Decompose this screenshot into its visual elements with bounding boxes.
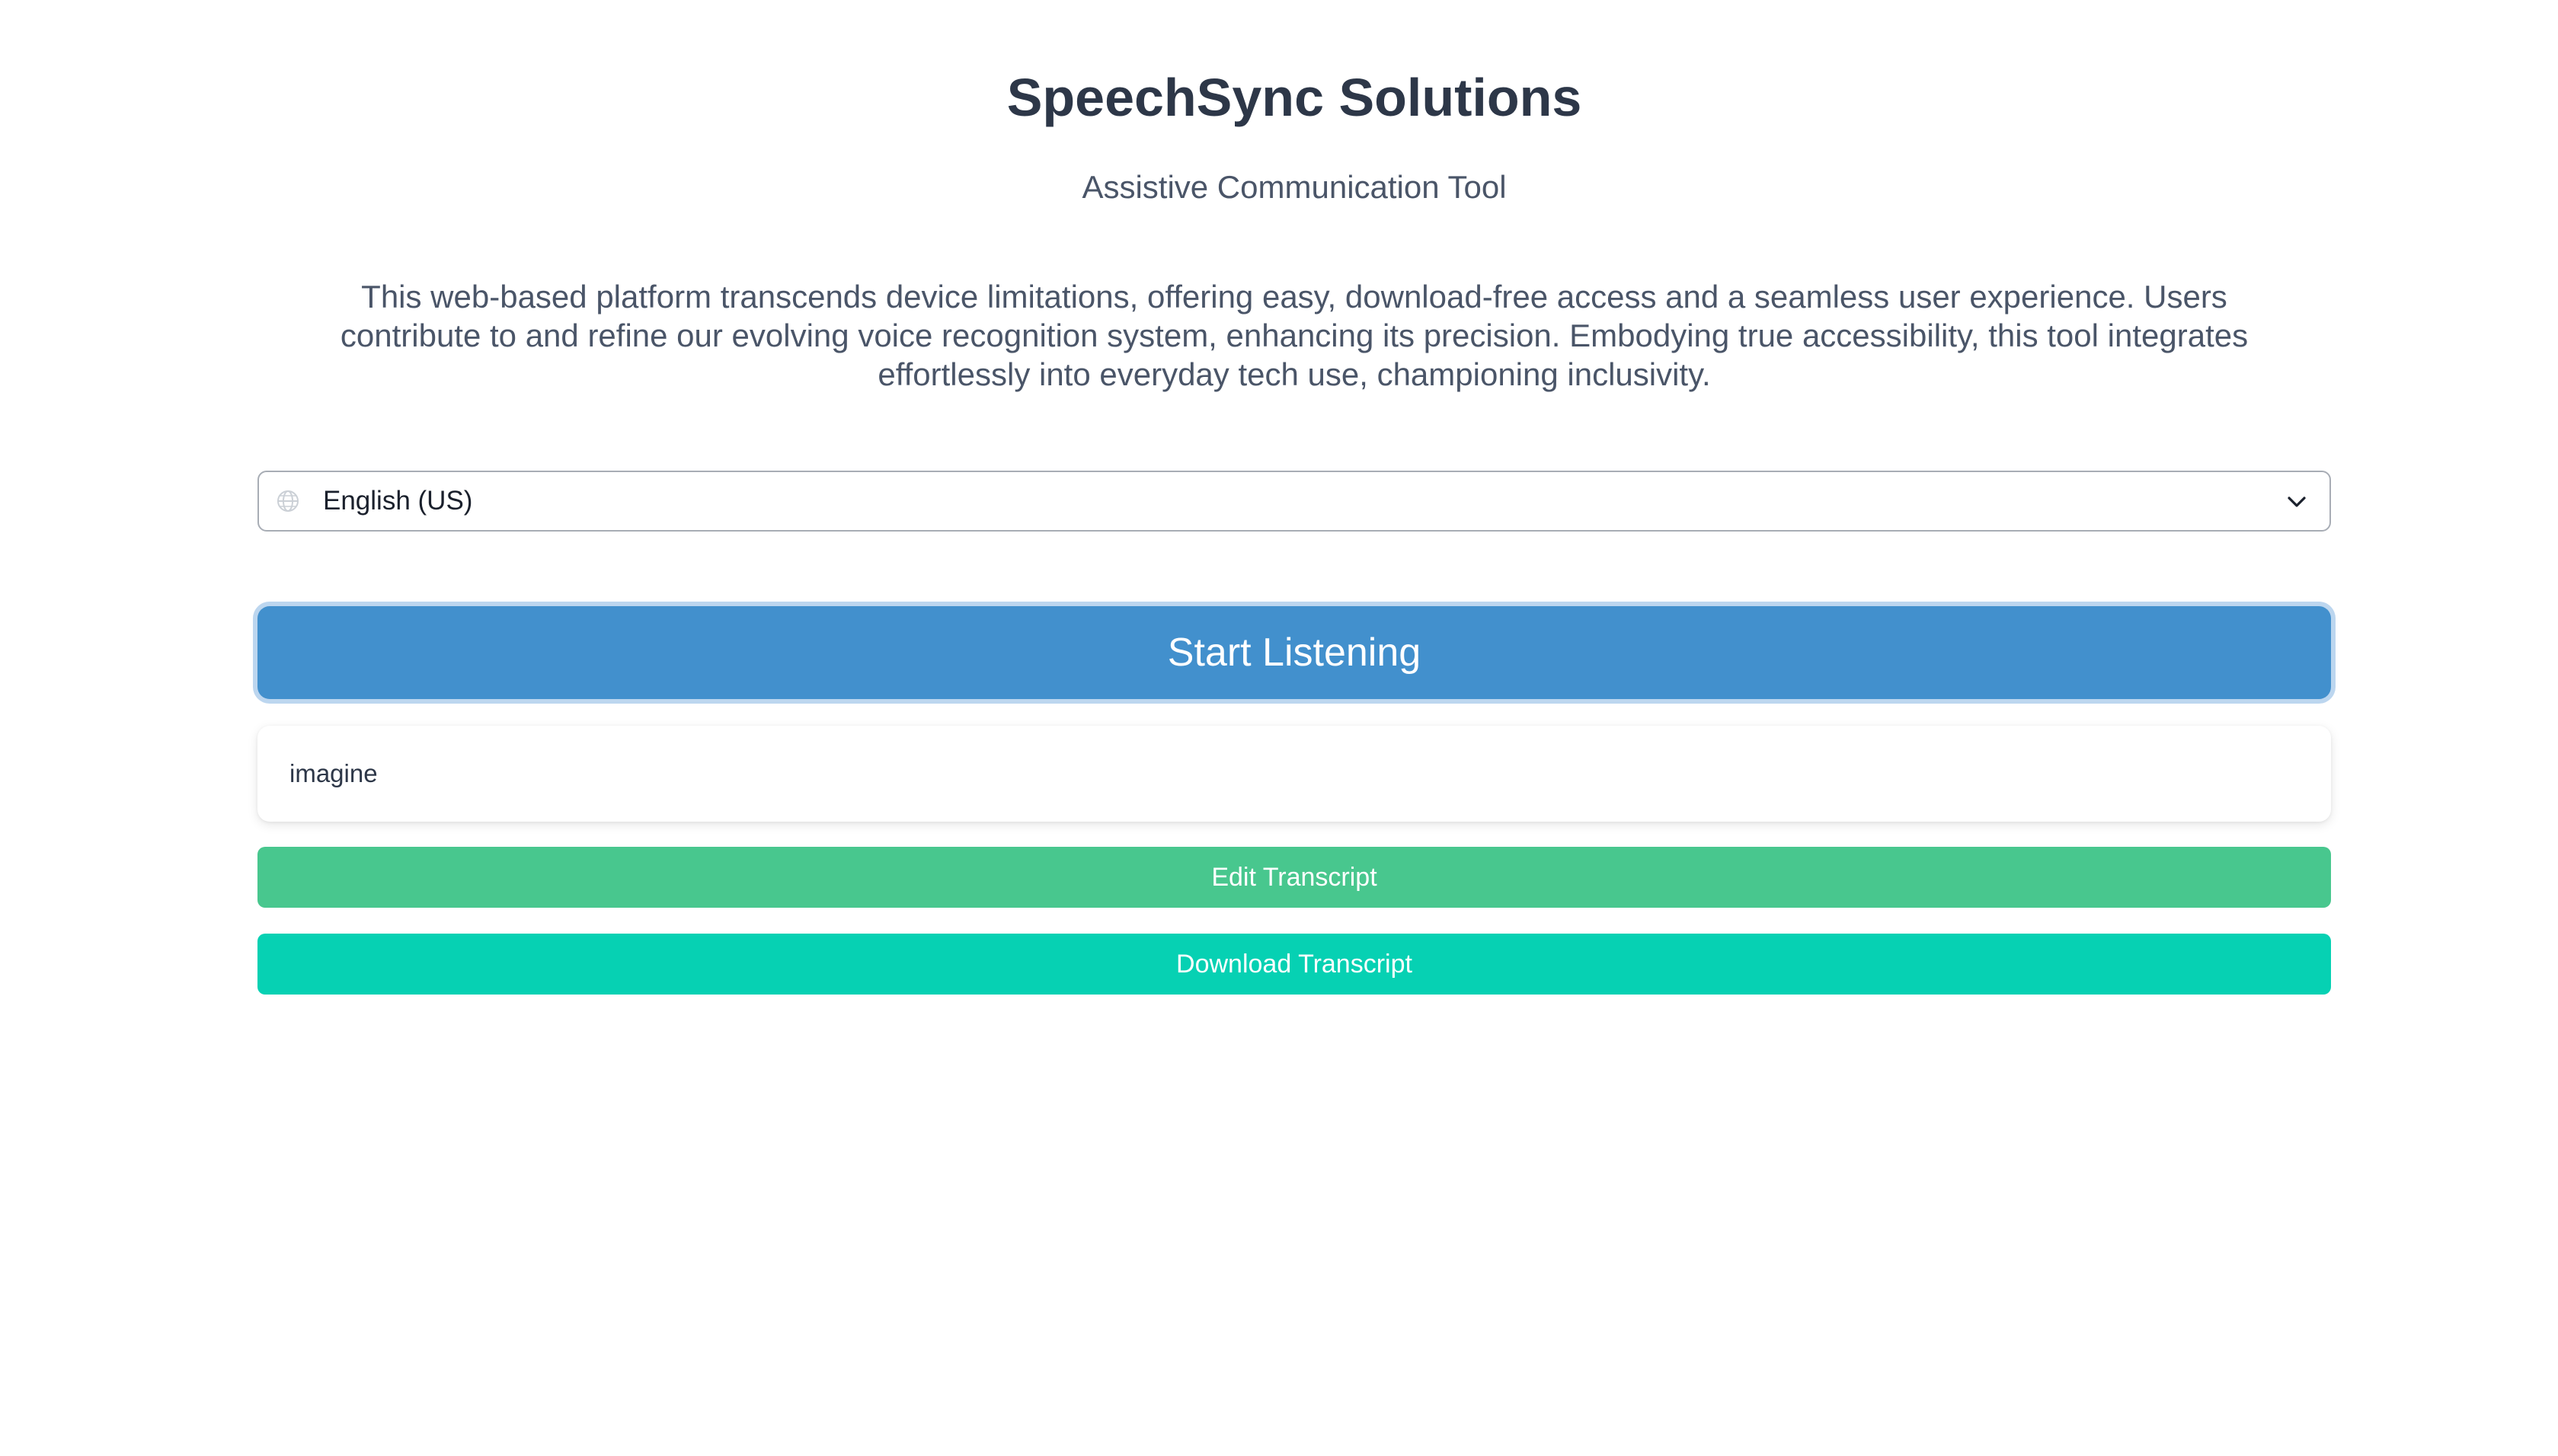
intro-description: This web-based platform transcends devic… <box>340 279 2249 392</box>
start-listening-button[interactable]: Start Listening <box>257 606 2331 699</box>
language-select[interactable]: English (US) <box>257 471 2331 532</box>
globe-icon <box>277 490 299 512</box>
transcript-box: imagine <box>257 726 2331 822</box>
transcript-text: imagine <box>289 759 378 787</box>
download-transcript-button[interactable]: Download Transcript <box>257 934 2331 995</box>
chevron-down-icon <box>2288 497 2306 507</box>
edit-transcript-button[interactable]: Edit Transcript <box>257 847 2331 908</box>
language-select-value: English (US) <box>323 486 473 516</box>
page-title: SpeechSync Solutions <box>1006 68 1582 127</box>
page-subtitle: Assistive Communication Tool <box>1082 169 1507 205</box>
